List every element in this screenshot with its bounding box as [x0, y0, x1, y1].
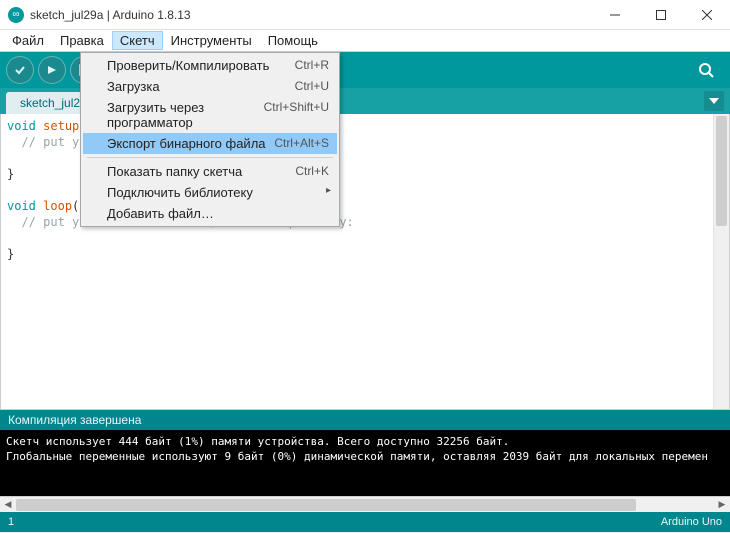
- code-comment: // put yo: [7, 135, 86, 149]
- menu-add-file[interactable]: Добавить файл…: [83, 203, 337, 224]
- menu-file[interactable]: Файл: [4, 31, 52, 50]
- footer-bar: 1 Arduino Uno: [0, 512, 730, 532]
- menu-include-library[interactable]: Подключить библиотеку: [83, 182, 337, 203]
- app-icon: [8, 7, 24, 23]
- scrollbar-thumb[interactable]: [16, 499, 636, 511]
- menu-export-binary[interactable]: Экспорт бинарного файлаCtrl+Alt+S: [83, 133, 337, 154]
- scroll-right-button[interactable]: ▶: [714, 497, 730, 513]
- editor-vertical-scrollbar[interactable]: [713, 114, 729, 409]
- console-line: Скетч использует 444 байт (1%) памяти ус…: [6, 435, 509, 448]
- menu-upload[interactable]: ЗагрузкаCtrl+U: [83, 76, 337, 97]
- board-name: Arduino Uno: [661, 516, 722, 528]
- menu-bar: Файл Правка Скетч Инструменты Помощь: [0, 30, 730, 52]
- console-horizontal-scrollbar[interactable]: ◀ ▶: [0, 496, 730, 512]
- maximize-button[interactable]: [638, 0, 684, 30]
- sketch-dropdown-menu: Проверить/КомпилироватьCtrl+R ЗагрузкаCt…: [80, 52, 340, 227]
- menu-upload-programmer[interactable]: Загрузить через программаторCtrl+Shift+U: [83, 97, 337, 133]
- menu-edit[interactable]: Правка: [52, 31, 112, 50]
- scrollbar-track[interactable]: [16, 499, 714, 511]
- serial-monitor-button[interactable]: [692, 56, 720, 84]
- line-number: 1: [8, 516, 14, 528]
- menu-verify-compile[interactable]: Проверить/КомпилироватьCtrl+R: [83, 55, 337, 76]
- code-function: setup: [43, 119, 79, 133]
- tab-menu-button[interactable]: [704, 91, 724, 111]
- menu-separator: [87, 157, 333, 158]
- verify-button[interactable]: [6, 56, 34, 84]
- menu-help[interactable]: Помощь: [260, 31, 326, 50]
- title-bar: sketch_jul29a | Arduino 1.8.13: [0, 0, 730, 30]
- code-keyword: void: [7, 199, 36, 213]
- minimize-button[interactable]: [592, 0, 638, 30]
- status-text: Компиляция завершена: [8, 413, 141, 427]
- status-bar: Компиляция завершена: [0, 410, 730, 430]
- code-function: loop: [43, 199, 72, 213]
- scrollbar-thumb[interactable]: [716, 116, 727, 226]
- menu-sketch[interactable]: Скетч: [112, 31, 163, 50]
- code-keyword: void: [7, 119, 36, 133]
- window-title: sketch_jul29a | Arduino 1.8.13: [30, 8, 592, 22]
- scroll-left-button[interactable]: ◀: [0, 497, 16, 513]
- upload-button[interactable]: [38, 56, 66, 84]
- console-line: Глобальные переменные используют 9 байт …: [6, 450, 708, 463]
- console: Скетч использует 444 байт (1%) памяти ус…: [0, 430, 730, 496]
- menu-show-folder[interactable]: Показать папку скетчаCtrl+K: [83, 161, 337, 182]
- menu-tools[interactable]: Инструменты: [163, 31, 260, 50]
- close-button[interactable]: [684, 0, 730, 30]
